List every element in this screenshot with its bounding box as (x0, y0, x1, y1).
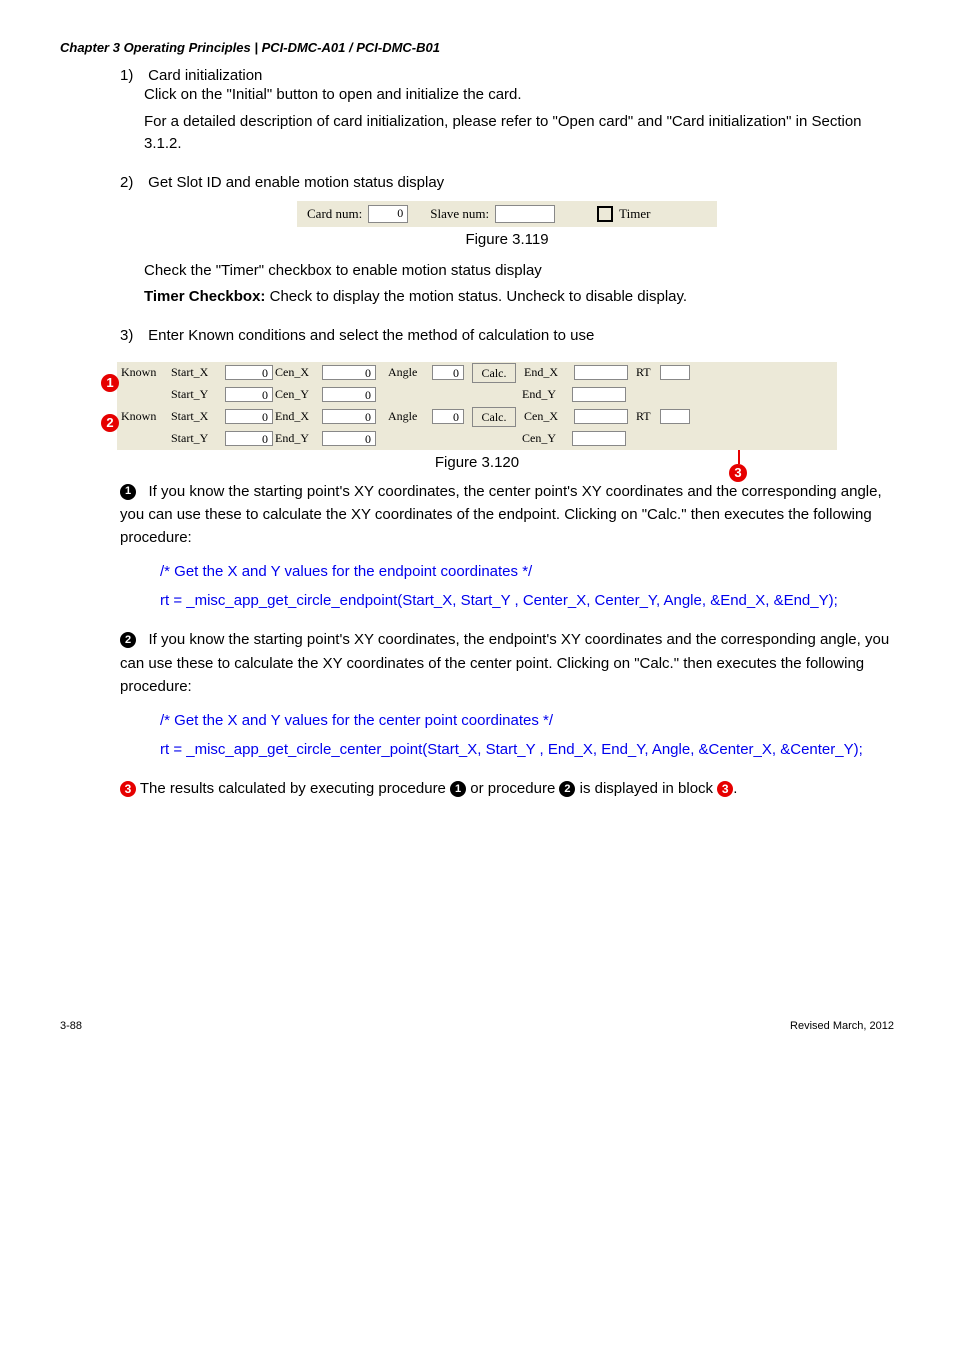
known-row-1b: Start_Y 0 Cen_Y 0 End_Y (117, 384, 837, 406)
slave-num-label: Slave num: (430, 206, 489, 222)
calc-button-2[interactable]: Calc. (472, 407, 516, 427)
cenx-input-1[interactable]: 0 (322, 365, 376, 380)
endy-input-2[interactable]: 0 (322, 431, 376, 446)
angle-label-1: Angle (378, 365, 430, 380)
ceny-input-1[interactable]: 0 (322, 387, 376, 402)
known-row-1a: Known Start_X 0 Cen_X 0 Angle 0 Calc. En… (117, 362, 837, 384)
explain-3: 3 The results calculated by executing pr… (120, 777, 894, 800)
list-number-3: 3) (120, 327, 144, 344)
section-2-p1: Check the "Timer" checkbox to enable mot… (144, 260, 894, 283)
calc-button-1[interactable]: Calc. (472, 363, 516, 383)
figure-3-120-label: Figure 3.120 (435, 454, 519, 471)
angle-label-2: Angle (378, 409, 430, 424)
section-2-title: Get Slot ID and enable motion status dis… (148, 174, 444, 191)
known-label-1: Known (121, 365, 169, 380)
endx-input-2[interactable]: 0 (322, 409, 376, 424)
endy-output-1 (572, 387, 626, 402)
black-circle-2-inline: 2 (559, 781, 575, 797)
code-2b: rt = _misc_app_get_circle_center_point(S… (160, 739, 894, 762)
red-circle-3-inline: 3 (120, 781, 136, 797)
explain-3d: . (733, 780, 737, 797)
startx-input-1[interactable]: 0 (225, 365, 273, 380)
starty-input-2[interactable]: 0 (225, 431, 273, 446)
red-circle-3-inline2: 3 (717, 781, 733, 797)
endy-label-2: End_Y (275, 431, 320, 446)
list-number-2: 2) (120, 174, 144, 191)
footer-date: Revised March, 2012 (790, 1020, 894, 1032)
ceny-output-2 (572, 431, 626, 446)
card-num-input[interactable]: 0 (368, 205, 408, 223)
angle-input-2[interactable]: 0 (432, 409, 464, 424)
explain-3c: is displayed in block (575, 780, 717, 797)
code-2a: /* Get the X and Y values for the center… (160, 710, 894, 733)
starty-label-1: Start_Y (171, 387, 223, 402)
black-circle-1: 1 (120, 484, 136, 500)
startx-label-2: Start_X (171, 409, 223, 424)
explain-3b: or procedure (466, 780, 559, 797)
section-1-p2: For a detailed description of card initi… (144, 111, 894, 156)
card-num-label: Card num: (307, 206, 362, 222)
red-circle-2: 2 (101, 414, 119, 432)
timer-checkbox-bold: Timer Checkbox: (144, 288, 265, 305)
known-row-2a: Known Start_X 0 End_X 0 Angle 0 Calc. Ce… (117, 406, 837, 428)
cenx-label-2: Cen_X (524, 409, 572, 424)
footer-page: 3-88 (60, 1020, 82, 1032)
explain-1-text: If you know the starting point's XY coor… (120, 483, 882, 547)
figure-3-119-label: Figure 3.119 (120, 231, 894, 248)
section-3-title: Enter Known conditions and select the me… (148, 327, 594, 344)
chapter-header: Chapter 3 Operating Principles | PCI-DMC… (60, 40, 894, 55)
startx-label-1: Start_X (171, 365, 223, 380)
cenx-output-2 (574, 409, 628, 424)
rt-label-1: RT (630, 365, 658, 380)
black-circle-1-inline: 1 (450, 781, 466, 797)
section-2: 2) Get Slot ID and enable motion status … (120, 174, 894, 309)
section-1-p1: Click on the "Initial" button to open an… (144, 84, 894, 107)
timer-checkbox-rest: Check to display the motion status. Unch… (265, 288, 687, 305)
black-circle-2: 2 (120, 632, 136, 648)
rt-output-1 (660, 365, 690, 380)
endx-label-2: End_X (275, 409, 320, 424)
section-1-title: Card initialization (148, 67, 262, 84)
explain-1: 1 If you know the starting point's XY co… (120, 480, 894, 550)
known-row-2b: Start_Y 0 End_Y 0 Cen_Y (117, 428, 837, 450)
endy-label-1: End_Y (522, 387, 570, 402)
starty-label-2: Start_Y (171, 431, 223, 446)
cenx-label-1: Cen_X (275, 365, 320, 380)
explain-3a: The results calculated by executing proc… (136, 780, 450, 797)
code-1b: rt = _misc_app_get_circle_endpoint(Start… (160, 590, 894, 613)
rt-label-2: RT (630, 409, 658, 424)
section-1: 1) Card initialization Click on the "Ini… (120, 67, 894, 156)
page-footer: 3-88 Revised March, 2012 (60, 1020, 894, 1032)
section-2-p2: Timer Checkbox: Check to display the mot… (144, 286, 894, 309)
starty-input-1[interactable]: 0 (225, 387, 273, 402)
ui-card-slot-panel: Card num: 0 Slave num: Timer (297, 201, 717, 227)
list-number-1: 1) (120, 67, 144, 84)
timer-label: Timer (619, 206, 650, 222)
explain-2: 2 If you know the starting point's XY co… (120, 628, 894, 698)
timer-checkbox[interactable] (597, 206, 613, 222)
angle-input-1[interactable]: 0 (432, 365, 464, 380)
annotations-left: 1 2 (101, 374, 119, 454)
red-circle-1: 1 (101, 374, 119, 392)
ceny-label-2: Cen_Y (522, 431, 570, 446)
rt-output-2 (660, 409, 690, 424)
endx-output-1 (574, 365, 628, 380)
code-1a: /* Get the X and Y values for the endpoi… (160, 561, 894, 584)
endx-label-1: End_X (524, 365, 572, 380)
ceny-label-1: Cen_Y (275, 387, 320, 402)
red-circle-3: 3 (729, 464, 747, 482)
explain-2-text: If you know the starting point's XY coor… (120, 631, 889, 695)
section-3: 3) Enter Known conditions and select the… (120, 327, 894, 344)
slave-num-input[interactable] (495, 205, 555, 223)
ui-known-panel: 1 2 Known Start_X 0 Cen_X 0 Angle 0 Calc… (117, 362, 837, 480)
known-label-2: Known (121, 409, 169, 424)
startx-input-2[interactable]: 0 (225, 409, 273, 424)
